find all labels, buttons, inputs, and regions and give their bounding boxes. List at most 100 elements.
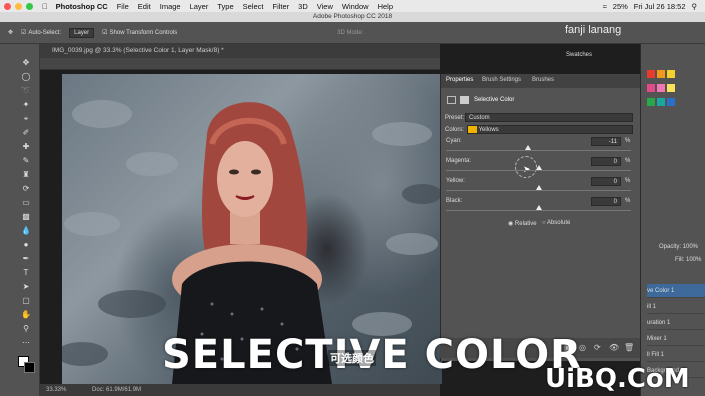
hand-tool-icon[interactable]: ✋: [21, 310, 31, 320]
slider-thumb-3[interactable]: [535, 205, 542, 210]
layer-row[interactable]: uration 1: [647, 316, 705, 330]
slider-thumb-1[interactable]: [535, 165, 542, 170]
properties-tab-bar: Properties Brush Settings Brushes: [441, 74, 641, 88]
swatch[interactable]: [657, 70, 665, 78]
slider-value-field-1[interactable]: 0: [591, 157, 621, 166]
move-tool-icon[interactable]: ✥: [8, 29, 13, 36]
colors-dropdown[interactable]: Yellows: [467, 125, 633, 134]
slider-unit-1: %: [625, 158, 631, 164]
search-icon[interactable]: ⚲: [692, 2, 698, 11]
brush-tool-icon[interactable]: ✎: [21, 156, 31, 166]
mask-icon[interactable]: [460, 96, 469, 104]
move-tool-icon[interactable]: ✥: [21, 58, 31, 68]
quick-select-tool-icon[interactable]: ✦: [21, 100, 31, 110]
wifi-icon[interactable]: ≈: [603, 2, 607, 11]
swatch[interactable]: [667, 98, 675, 106]
slider-track-0[interactable]: [446, 150, 631, 151]
trash-icon[interactable]: 🗑: [624, 343, 634, 352]
watermark: UiBQ.CoM: [545, 364, 690, 394]
zoom-level[interactable]: 33.33%: [46, 387, 66, 393]
tab-brush-settings[interactable]: Brush Settings: [482, 77, 521, 83]
type-tool-icon[interactable]: T: [21, 268, 31, 278]
transform-controls-checkbox[interactable]: ☑: [102, 29, 107, 36]
menu-3d[interactable]: 3D: [298, 2, 308, 11]
colors-value: Yellows: [478, 127, 499, 134]
transform-controls-label: Show Transform Controls: [109, 29, 178, 36]
menu-app-name[interactable]: Photoshop CC: [56, 2, 108, 11]
close-window-icon[interactable]: [4, 2, 11, 10]
swatch[interactable]: [657, 84, 665, 92]
menu-filter[interactable]: Filter: [272, 2, 289, 11]
fill-field[interactable]: Fill: 100%: [675, 257, 701, 263]
menu-select[interactable]: Select: [243, 2, 264, 11]
zoom-window-icon[interactable]: [26, 2, 33, 10]
shape-tool-icon[interactable]: ▢: [21, 296, 31, 306]
slider-thumb-2[interactable]: [535, 185, 542, 190]
marquee-tool-icon[interactable]: ◯: [21, 72, 31, 82]
slider-track-1[interactable]: [446, 170, 631, 171]
history-brush-tool-icon[interactable]: ⟳: [21, 184, 31, 194]
layer-row[interactable]: Mixer 1: [647, 332, 705, 346]
dodge-tool-icon[interactable]: ●: [21, 240, 31, 250]
eyedropper-tool-icon[interactable]: ✐: [21, 128, 31, 138]
menu-bar:  Photoshop CC File Edit Image Layer Typ…: [0, 0, 705, 12]
slider-track-3[interactable]: [446, 210, 631, 211]
swatch[interactable]: [657, 98, 665, 106]
background-color-swatch[interactable]: [24, 362, 35, 373]
menu-layer[interactable]: Layer: [190, 2, 209, 11]
clock[interactable]: Fri Jul 26 18:52: [634, 2, 686, 11]
swatch[interactable]: [647, 98, 655, 106]
preset-dropdown[interactable]: Custom: [465, 113, 633, 122]
colors-label: Colors:: [445, 127, 465, 133]
blur-tool-icon[interactable]: 💧: [21, 226, 31, 236]
slider-thumb-0[interactable]: [525, 145, 532, 150]
workspace-switcher[interactable]: fanji lanang: [565, 24, 621, 36]
document-tab[interactable]: IMG_0039.jpg @ 33.3% (Selective Color 1,…: [40, 44, 440, 58]
tab-properties[interactable]: Properties: [446, 77, 473, 83]
auto-select-checkbox[interactable]: ☑: [21, 29, 26, 36]
menu-view[interactable]: View: [317, 2, 333, 11]
crop-tool-icon[interactable]: ⌖: [21, 114, 31, 124]
zoom-tool-icon[interactable]: ⚲: [21, 324, 31, 334]
swatch[interactable]: [647, 70, 655, 78]
menu-image[interactable]: Image: [160, 2, 181, 11]
tab-brushes[interactable]: Brushes: [532, 77, 554, 83]
lasso-tool-icon[interactable]: ➰: [21, 86, 31, 96]
radio-relative[interactable]: ◉ Relative: [508, 220, 537, 227]
reset-icon[interactable]: ⟳: [594, 343, 601, 352]
healing-tool-icon[interactable]: ✚: [21, 142, 31, 152]
layer-row[interactable]: ll Fill 1: [647, 348, 705, 362]
menu-help[interactable]: Help: [378, 2, 393, 11]
opacity-field[interactable]: Opacity: 100%: [659, 244, 698, 250]
adjustment-icon: [447, 96, 456, 104]
visibility-eye-icon[interactable]: 👁: [609, 343, 619, 352]
swatch[interactable]: [667, 84, 675, 92]
swatch[interactable]: [647, 84, 655, 92]
gradient-tool-icon[interactable]: ▩: [21, 212, 31, 222]
document-size: Doc: 61.9M/61.9M: [92, 387, 142, 393]
swatch[interactable]: [667, 70, 675, 78]
layer-row[interactable]: ve Color 1: [647, 284, 705, 298]
more-tools-icon[interactable]: ⋯: [21, 338, 31, 348]
menu-window[interactable]: Window: [342, 2, 369, 11]
menu-file[interactable]: File: [117, 2, 129, 11]
slider-track-2[interactable]: [446, 190, 631, 191]
layer-row[interactable]: ill 1: [647, 300, 705, 314]
auto-select-dropdown[interactable]: Layer: [69, 27, 95, 38]
auto-select-label: Auto-Select:: [28, 29, 62, 36]
path-select-tool-icon[interactable]: ➤: [21, 282, 31, 292]
pen-tool-icon[interactable]: ✒: [21, 254, 31, 264]
apple-icon[interactable]: : [42, 2, 48, 11]
slider-value-field-2[interactable]: 0: [591, 177, 621, 186]
battery-percent[interactable]: 25%: [613, 2, 628, 11]
radio-absolute[interactable]: ○ Absolute: [542, 220, 570, 226]
menu-edit[interactable]: Edit: [138, 2, 151, 11]
stamp-tool-icon[interactable]: ♜: [21, 170, 31, 180]
eraser-tool-icon[interactable]: ▭: [21, 198, 31, 208]
slider-value-field-3[interactable]: 0: [591, 197, 621, 206]
minimize-window-icon[interactable]: [15, 2, 22, 10]
slider-label-0: Cyan:: [446, 138, 462, 144]
menu-type[interactable]: Type: [217, 2, 233, 11]
slider-value-field-0[interactable]: -11: [591, 137, 621, 146]
tab-swatches[interactable]: Swatches: [566, 52, 592, 58]
